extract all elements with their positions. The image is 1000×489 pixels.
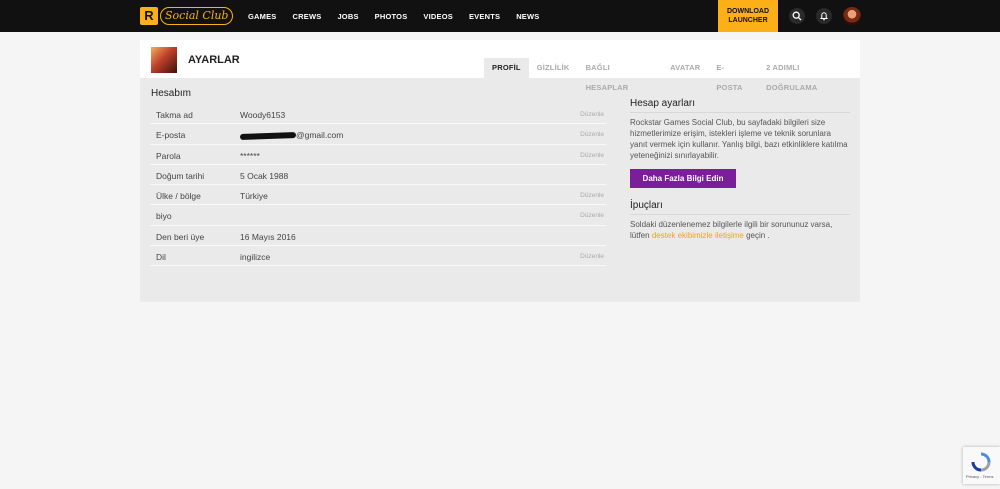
tab-profile[interactable]: PROFİL — [484, 58, 529, 78]
field-value: @gmail.com — [239, 130, 344, 141]
field-value: ingilizce — [240, 252, 271, 263]
tab-email[interactable]: E-POSTA — [708, 58, 758, 92]
tab-linked-accounts[interactable]: BAĞLI HESAPLAR — [578, 58, 663, 92]
nav-crews[interactable]: CREWS — [293, 12, 322, 21]
edit-link[interactable]: Düzenle — [580, 253, 604, 260]
field-label: Den beri üye — [156, 231, 205, 242]
learn-more-button[interactable]: Daha Fazla Bilgi Edin — [630, 169, 736, 188]
field-value: Türkiye — [240, 191, 268, 202]
edit-link[interactable]: Düzenle — [580, 111, 604, 118]
rockstar-logo-icon: R — [140, 7, 158, 25]
field-label: E-posta — [156, 130, 186, 141]
field-value: 16 Mayıs 2016 — [240, 231, 296, 242]
field-label: Doğum tarihi — [156, 170, 205, 181]
main-nav: GAMES CREWS JOBS PHOTOS VIDEOS EVENTS NE… — [248, 0, 556, 32]
nav-events[interactable]: EVENTS — [469, 12, 500, 21]
field-label: Parola — [156, 150, 181, 161]
social-club-wordmark: Social Club — [160, 7, 234, 25]
page-title: AYARLAR — [188, 54, 240, 66]
field-country: Ülke / bölge Türkiye Düzenle — [150, 185, 606, 206]
search-icon — [792, 11, 802, 21]
nav-photos[interactable]: PHOTOS — [375, 12, 408, 21]
account-settings-heading: Hesap ayarları — [630, 98, 850, 113]
field-language: Dil ingilizce Düzenle — [150, 246, 606, 267]
download-label-line2: LAUNCHER — [728, 17, 768, 24]
redaction-mark — [239, 132, 297, 141]
edit-link[interactable]: Düzenle — [580, 192, 604, 199]
account-section-title: Hesabım — [151, 88, 192, 99]
tips-text-after: geçin . — [746, 231, 770, 240]
help-sidebar: Hesap ayarları Rockstar Games Social Clu… — [630, 98, 850, 241]
bell-icon — [819, 12, 829, 21]
nav-jobs[interactable]: JOBS — [337, 12, 358, 21]
tips-text: Soldaki düzenlenemez bilgilerle ilgili b… — [630, 219, 850, 241]
profile-image — [151, 47, 177, 73]
edit-link[interactable]: Düzenle — [580, 212, 604, 219]
field-label: Ülke / bölge — [156, 191, 201, 202]
field-value: 5 Ocak 1988 — [240, 170, 289, 181]
tab-avatar[interactable]: AVATAR — [662, 58, 708, 78]
email-domain: @gmail.com — [296, 130, 344, 141]
contact-support-link[interactable]: destek ekibimizle iletişime — [652, 231, 744, 240]
nav-videos[interactable]: VIDEOS — [423, 12, 453, 21]
field-bio: biyo Düzenle — [150, 205, 606, 226]
field-value: Woody6153 — [240, 110, 286, 120]
edit-link[interactable]: Düzenle — [580, 131, 604, 138]
settings-card: AYARLAR PROFİL GİZLİLİK BAĞLI HESAPLAR A… — [140, 40, 860, 302]
social-club-logo[interactable]: R Social Club — [140, 6, 234, 26]
edit-link[interactable]: Düzenle — [580, 152, 604, 159]
field-label: Dil — [156, 252, 166, 263]
notifications-button[interactable] — [816, 8, 832, 24]
tips-heading: İpuçları — [630, 200, 850, 215]
field-password: Parola ****** Düzenle — [150, 145, 606, 165]
search-button[interactable] — [789, 8, 805, 24]
nav-news[interactable]: NEWS — [516, 12, 539, 21]
field-nickname: Takma ad Woody6153 Düzenle — [150, 104, 606, 125]
download-label-line1: DOWNLOAD — [727, 8, 769, 15]
account-fields: Takma ad Woody6153 Düzenle E-posta @gmai… — [150, 104, 606, 267]
user-avatar[interactable] — [843, 7, 861, 25]
recaptcha-terms[interactable]: Privacy - Terms — [966, 474, 993, 479]
recaptcha-badge[interactable]: Privacy - Terms — [963, 447, 1000, 484]
field-label: Takma ad — [156, 110, 193, 120]
tab-two-step[interactable]: 2 ADIMLI DOĞRULAMA — [758, 58, 860, 92]
recaptcha-icon — [971, 452, 991, 472]
top-navigation-bar: R Social Club GAMES CREWS JOBS PHOTOS VI… — [0, 0, 1000, 32]
field-birthdate: Doğum tarihi 5 Ocak 1988 — [150, 165, 606, 186]
field-member-since: Den beri üye 16 Mayıs 2016 — [150, 226, 606, 247]
field-label: biyo — [156, 211, 172, 222]
download-launcher-button[interactable]: DOWNLOAD LAUNCHER — [718, 0, 778, 32]
settings-tabs: PROFİL GİZLİLİK BAĞLI HESAPLAR AVATAR E-… — [484, 58, 860, 92]
nav-games[interactable]: GAMES — [248, 12, 277, 21]
tab-privacy[interactable]: GİZLİLİK — [529, 58, 578, 78]
field-value: ****** — [240, 150, 260, 161]
account-settings-text: Rockstar Games Social Club, bu sayfadaki… — [630, 118, 848, 160]
field-email: E-posta @gmail.com Düzenle — [150, 124, 606, 145]
settings-header: AYARLAR PROFİL GİZLİLİK BAĞLI HESAPLAR A… — [140, 40, 860, 92]
